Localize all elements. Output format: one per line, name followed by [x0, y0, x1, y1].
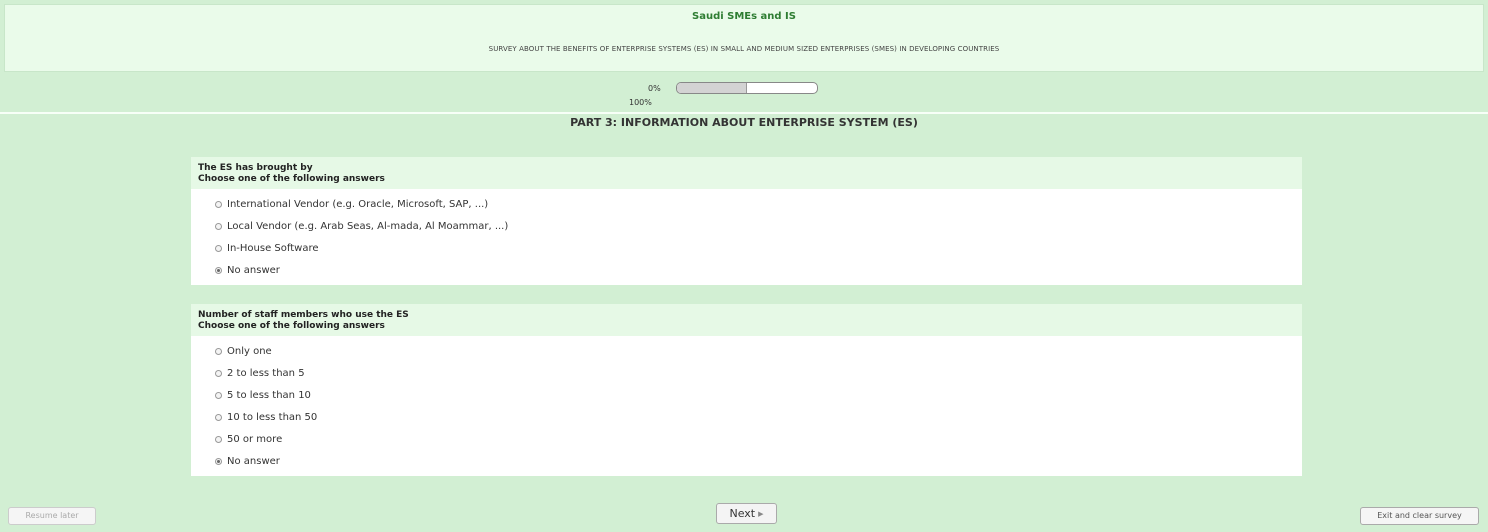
next-button-label: Next [729, 507, 756, 520]
answer-option[interactable]: 2 to less than 5 [215, 362, 1302, 384]
progress-bar [676, 82, 818, 94]
survey-description: SURVEY ABOUT THE BENEFITS OF ENTERPRISE … [488, 45, 1000, 53]
question-help: Choose one of the following answers [198, 321, 385, 331]
section-title: PART 3: INFORMATION ABOUT ENTERPRISE SYS… [570, 116, 918, 129]
answer-label: Only one [227, 345, 272, 357]
progress-start-label: 0% [648, 84, 661, 93]
answer-label: 2 to less than 5 [227, 367, 305, 379]
question-help: Choose one of the following answers [198, 174, 385, 184]
divider [0, 112, 1488, 114]
answer-option[interactable]: No answer [215, 450, 1302, 472]
question-text: Number of staff members who use the ES [198, 310, 409, 320]
question-header: Number of staff members who use the ES C… [191, 304, 1302, 336]
progress-end-label: 100% [629, 98, 652, 107]
radio-button[interactable] [215, 347, 222, 355]
answer-option[interactable]: 10 to less than 50 [215, 406, 1302, 428]
answer-label: No answer [227, 455, 280, 467]
radio-button[interactable] [215, 244, 222, 252]
question-es-brought-by: The ES has brought by Choose one of the … [191, 157, 1302, 285]
survey-title: Saudi SMEs and IS [692, 11, 796, 22]
answer-label: In-House Software [227, 242, 319, 254]
answer-option[interactable]: 50 or more [215, 428, 1302, 450]
answer-label: 5 to less than 10 [227, 389, 311, 401]
radio-button[interactable] [215, 222, 222, 230]
question-header: The ES has brought by Choose one of the … [191, 157, 1302, 189]
chevron-right-icon: ▶ [758, 509, 764, 518]
question-staff-count: Number of staff members who use the ES C… [191, 304, 1302, 476]
question-text: The ES has brought by [198, 163, 313, 173]
survey-header: Saudi SMEs and IS SURVEY ABOUT THE BENEF… [4, 4, 1484, 72]
answer-option[interactable]: Only one [215, 340, 1302, 362]
resume-later-button[interactable]: Resume later [8, 507, 96, 525]
radio-button[interactable] [215, 413, 222, 421]
answer-list: Only one 2 to less than 5 5 to less than… [191, 336, 1302, 476]
progress-indicator: 0% 100% [0, 82, 1488, 112]
radio-button[interactable] [215, 369, 222, 377]
answer-label: 50 or more [227, 433, 283, 445]
radio-button[interactable] [215, 200, 222, 208]
next-button[interactable]: Next ▶ [716, 503, 777, 524]
answer-option[interactable]: No answer [215, 259, 1302, 281]
radio-button-selected[interactable] [215, 457, 222, 465]
exit-and-clear-button[interactable]: Exit and clear survey [1360, 507, 1479, 525]
radio-button[interactable] [215, 391, 222, 399]
radio-button-selected[interactable] [215, 266, 222, 274]
progress-bar-fill [677, 83, 747, 93]
answer-label: No answer [227, 264, 280, 276]
radio-button[interactable] [215, 435, 222, 443]
answer-label: 10 to less than 50 [227, 411, 318, 423]
answer-label: Local Vendor (e.g. Arab Seas, Al-mada, A… [227, 220, 509, 232]
answer-option[interactable]: In-House Software [215, 237, 1302, 259]
answer-label: International Vendor (e.g. Oracle, Micro… [227, 198, 489, 210]
answer-option[interactable]: 5 to less than 10 [215, 384, 1302, 406]
answer-option[interactable]: Local Vendor (e.g. Arab Seas, Al-mada, A… [215, 215, 1302, 237]
answer-list: International Vendor (e.g. Oracle, Micro… [191, 189, 1302, 285]
answer-option[interactable]: International Vendor (e.g. Oracle, Micro… [215, 193, 1302, 215]
